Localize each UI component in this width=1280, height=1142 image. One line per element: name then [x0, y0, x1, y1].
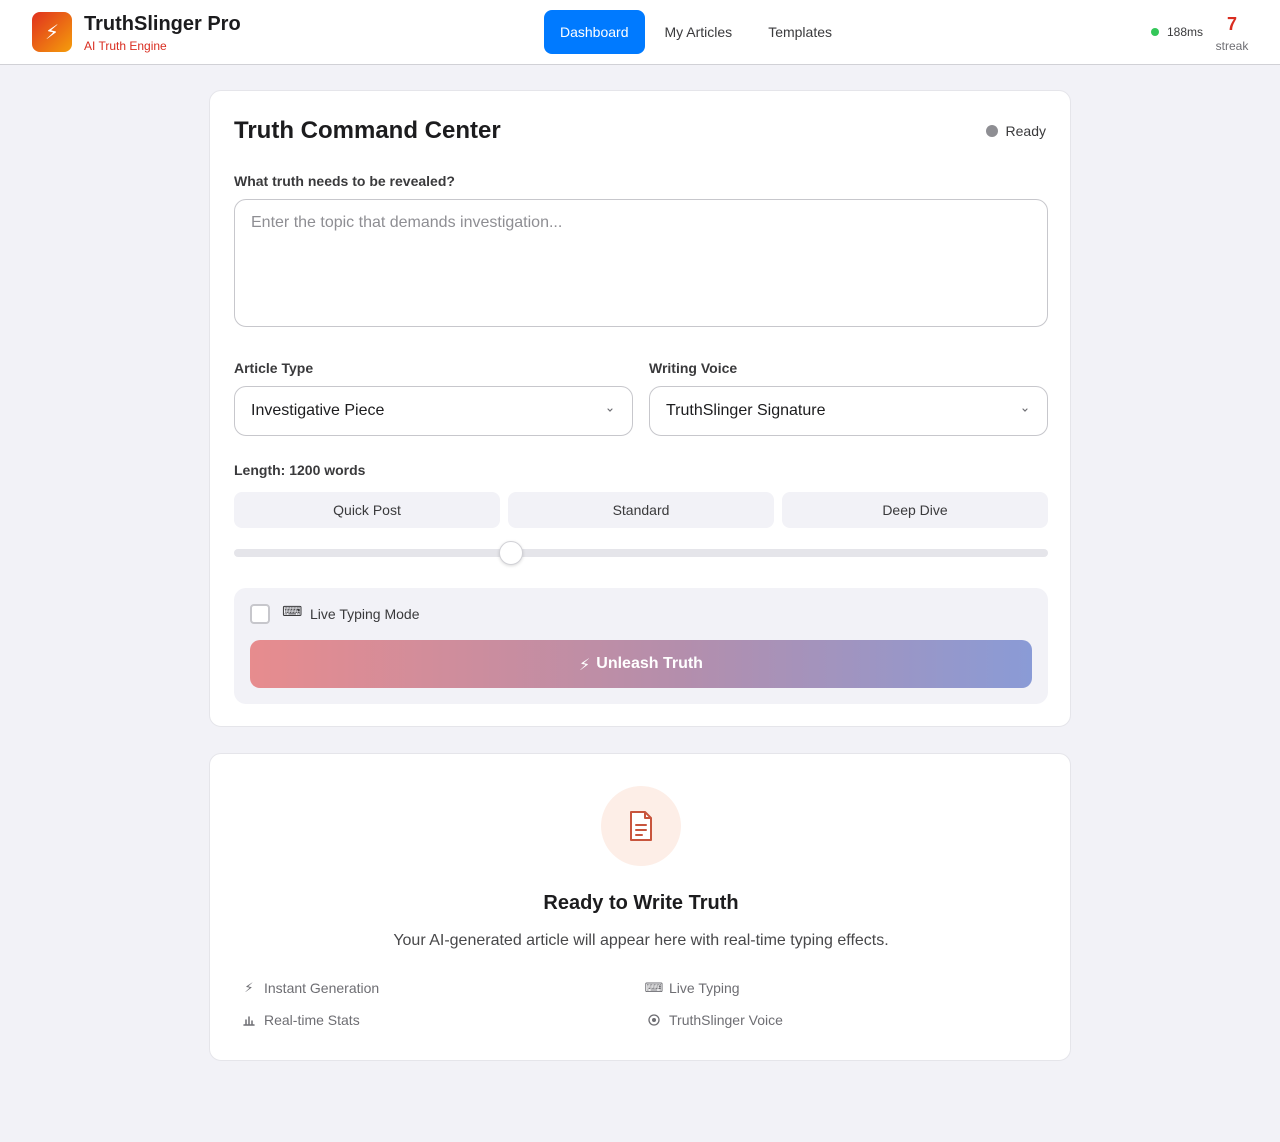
status-badge: Ready — [985, 123, 1046, 139]
app-subtitle: AI Truth Engine — [84, 39, 167, 53]
length-slider-track[interactable] — [234, 549, 1048, 557]
length-standard-button[interactable]: Standard — [508, 492, 774, 528]
chevron-down-icon — [607, 408, 613, 412]
writing-voice-select[interactable]: TruthSlinger Signature — [649, 386, 1048, 436]
app-logo: ⚡ — [32, 12, 72, 52]
length-slider-thumb[interactable] — [498, 541, 523, 565]
topic-input[interactable] — [234, 199, 1048, 327]
main-nav: Dashboard My Articles Templates — [544, 10, 848, 54]
feature-label: Real-time Stats — [264, 1012, 360, 1028]
connection-status-dot — [1151, 28, 1159, 36]
action-panel: ⌨ Live Typing Mode ⚡ Unleash Truth — [234, 588, 1048, 704]
writing-voice-label: Writing Voice — [649, 360, 738, 376]
nav-templates[interactable]: Templates — [752, 10, 848, 54]
empty-state-badge — [601, 786, 681, 866]
lightning-bolt-icon: ⚡ — [244, 980, 254, 996]
lightning-bolt-icon: ⚡ — [579, 654, 591, 674]
empty-state-subtitle: Your AI-generated article will appear he… — [393, 932, 889, 949]
feature-realtime-stats: Real-time Stats — [242, 1012, 360, 1028]
page-title: Truth Command Center — [234, 117, 501, 144]
length-label: Length: 1200 words — [234, 462, 366, 478]
length-quick-post-button[interactable]: Quick Post — [234, 492, 500, 528]
status-text: Ready — [1005, 123, 1046, 139]
command-center-card: Truth Command Center Ready What truth ne… — [209, 90, 1071, 727]
unleash-truth-button[interactable]: ⚡ Unleash Truth — [250, 640, 1032, 688]
streak-label: streak — [1215, 39, 1249, 53]
top-header: ⚡ TruthSlinger Pro AI Truth Engine Dashb… — [0, 0, 1280, 65]
unleash-truth-label: Unleash Truth — [596, 655, 703, 672]
keyboard-icon: ⌨ — [282, 604, 303, 620]
document-icon — [630, 811, 652, 841]
live-typing-checkbox[interactable] — [250, 604, 270, 624]
target-icon — [647, 1014, 661, 1026]
article-type-select[interactable]: Investigative Piece — [234, 386, 633, 436]
keyboard-icon: ⌨ — [644, 980, 664, 996]
feature-instant-generation: ⚡ Instant Generation — [242, 980, 379, 996]
article-type-label: Article Type — [234, 360, 314, 376]
streak-count: 7 — [1226, 14, 1237, 34]
nav-my-articles[interactable]: My Articles — [649, 10, 749, 54]
empty-state-title: Ready to Write Truth — [543, 892, 739, 914]
chevron-down-icon — [1022, 408, 1028, 412]
feature-label: Live Typing — [669, 980, 740, 996]
feature-label: Instant Generation — [264, 980, 380, 996]
feature-live-typing: ⌨ Live Typing — [644, 980, 740, 996]
app-title: TruthSlinger Pro — [84, 13, 241, 35]
latency-value: 188ms — [1167, 25, 1204, 39]
article-type-value: Investigative Piece — [251, 402, 385, 419]
nav-dashboard[interactable]: Dashboard — [544, 10, 645, 54]
feature-label: TruthSlinger Voice — [669, 1012, 783, 1028]
output-card: Ready to Write Truth Your AI-generated a… — [209, 753, 1071, 1061]
latency-indicator: 188ms — [1151, 25, 1203, 39]
live-typing-label: Live Typing Mode — [310, 606, 420, 622]
feature-truthslinger-voice: TruthSlinger Voice — [647, 1012, 783, 1028]
length-deep-dive-button[interactable]: Deep Dive — [782, 492, 1048, 528]
topic-label: What truth needs to be revealed? — [234, 173, 455, 189]
chart-icon — [242, 1014, 256, 1026]
status-dot — [985, 125, 998, 137]
writing-voice-value: TruthSlinger Signature — [666, 402, 826, 419]
lightning-bolt-icon: ⚡ — [44, 20, 60, 44]
